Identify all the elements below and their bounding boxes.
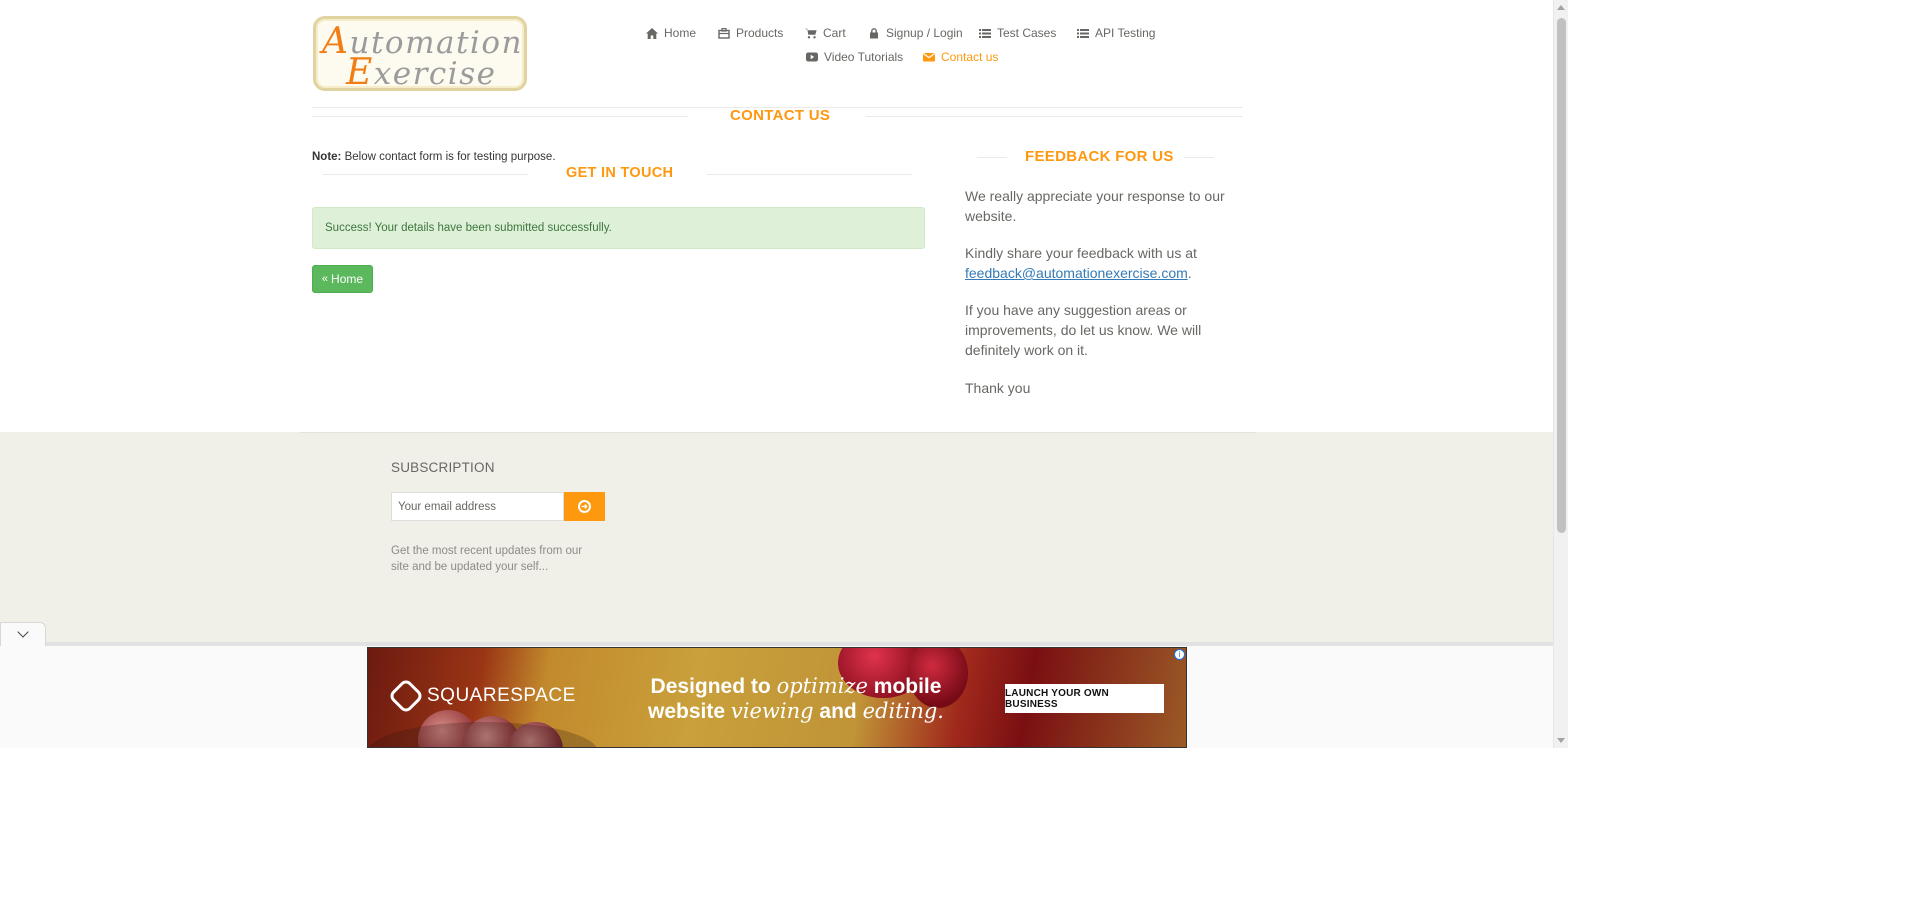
nav-home[interactable]: Home (646, 26, 696, 40)
ad-bowl-image (368, 722, 598, 747)
arrow-circle-right-icon: ➜ (578, 500, 591, 513)
home-button-label: Home (331, 272, 364, 286)
nav-contact-us[interactable]: Contact us (923, 50, 998, 64)
ad-info-icon[interactable]: i (1174, 649, 1185, 660)
logo-cap-e: E (346, 52, 374, 93)
ad-headline-2a: website (648, 700, 731, 723)
scrollbar-thumb[interactable] (1557, 18, 1566, 533)
get-in-touch-title: GET IN TOUCH (566, 165, 674, 181)
nav-api-testing[interactable]: API Testing (1077, 26, 1155, 40)
ad-headline: Designed to optimize mobile website view… (646, 674, 946, 724)
feedback-email-link[interactable]: feedback@automationexercise.com (965, 265, 1188, 281)
products-icon (718, 27, 730, 39)
nav-signup-login[interactable]: Signup / Login (868, 26, 963, 40)
envelope-icon (923, 53, 935, 62)
ad-cta-button[interactable]: LAUNCH YOUR OWN BUSINESS (1005, 684, 1164, 713)
ad-brand-name: SQUARESPACE (427, 685, 576, 706)
feedback-paragraph-1: We really appreciate your response to ou… (965, 188, 1225, 224)
nav-video-tutorials-label: Video Tutorials (824, 50, 904, 64)
subscription-title: SUBSCRIPTION (391, 460, 495, 475)
nav-contact-us-label: Contact us (941, 50, 999, 64)
feedback-title-line-right (1184, 157, 1214, 158)
feedback-title-line-left (977, 157, 1007, 158)
feedback-email-suffix: . (1187, 265, 1192, 281)
home-button[interactable]: « Home (312, 265, 373, 293)
site-logo[interactable]: Automation Exercise (313, 16, 527, 93)
subscribe-button[interactable]: ➜ (564, 492, 605, 521)
ad-headline-1b: optimize (776, 674, 868, 698)
nav-cart[interactable]: Cart (805, 26, 846, 40)
list-icon (1077, 28, 1089, 38)
feedback-thank-you: Thank you (965, 380, 1031, 396)
nav-video-tutorials[interactable]: Video Tutorials (806, 50, 903, 64)
ad-headline-2c: and (813, 700, 863, 723)
nav-home-label: Home (664, 26, 697, 40)
squarespace-mark-icon (387, 677, 425, 715)
contact-title-line-left (312, 116, 688, 117)
contact-title-line-right (866, 116, 1243, 117)
list-icon (979, 28, 991, 38)
nav-test-cases[interactable]: Test Cases (979, 26, 1056, 40)
touch-title-line-left (323, 174, 528, 175)
feedback-title: FEEDBACK FOR US (1025, 148, 1174, 165)
ad-headline-1a: Designed to (650, 675, 777, 698)
feedback-paragraph-2: Kindly share your feedback with us at fe… (965, 243, 1235, 283)
note-text: Below contact form is for testing purpos… (341, 151, 556, 163)
success-alert: Success! Your details have been submitte… (312, 207, 925, 249)
ad-headline-2d: editing. (862, 699, 944, 723)
cart-icon (805, 28, 817, 38)
chevron-down-icon (17, 626, 29, 638)
contact-us-title: CONTACT US (730, 107, 831, 124)
logo-text-2: xercise (373, 56, 497, 92)
nav-signup-login-label: Signup / Login (886, 26, 963, 40)
subscription-description: Get the most recent updates from our sit… (391, 545, 583, 573)
nav-cart-label: Cart (823, 26, 846, 40)
lock-icon (870, 27, 878, 38)
feedback-email-prefix: Kindly share your feedback with us at (965, 245, 1197, 261)
scroll-down-arrow-icon[interactable] (1557, 738, 1565, 743)
home-icon (646, 27, 658, 39)
double-chevron-left-icon: « (321, 272, 329, 285)
squarespace-logo: SQUARESPACE (387, 677, 576, 715)
ad-banner[interactable]: SQUARESPACE Designed to optimize mobile … (367, 647, 1187, 748)
scroll-up-arrow-icon[interactable] (1557, 5, 1565, 10)
nav-products-label: Products (736, 26, 784, 40)
subscribe-email-input[interactable] (391, 492, 564, 521)
nav-test-cases-label: Test Cases (997, 26, 1057, 40)
feedback-paragraph-3: If you have any suggestion areas or impr… (965, 302, 1202, 358)
youtube-icon (806, 52, 818, 62)
ad-headline-2b: viewing (730, 699, 814, 723)
nav-products[interactable]: Products (718, 26, 783, 40)
page-scrollbar[interactable] (1553, 0, 1568, 748)
contact-note: Note: Below contact form is for testing … (312, 151, 556, 163)
ad-collapse-button[interactable] (0, 622, 46, 646)
nav-api-testing-label: API Testing (1095, 26, 1156, 40)
ad-headline-1c: mobile (867, 675, 942, 698)
touch-title-line-right (707, 174, 912, 175)
footer (0, 432, 1553, 642)
note-label: Note: (312, 151, 342, 163)
footer-divider (300, 432, 1256, 433)
